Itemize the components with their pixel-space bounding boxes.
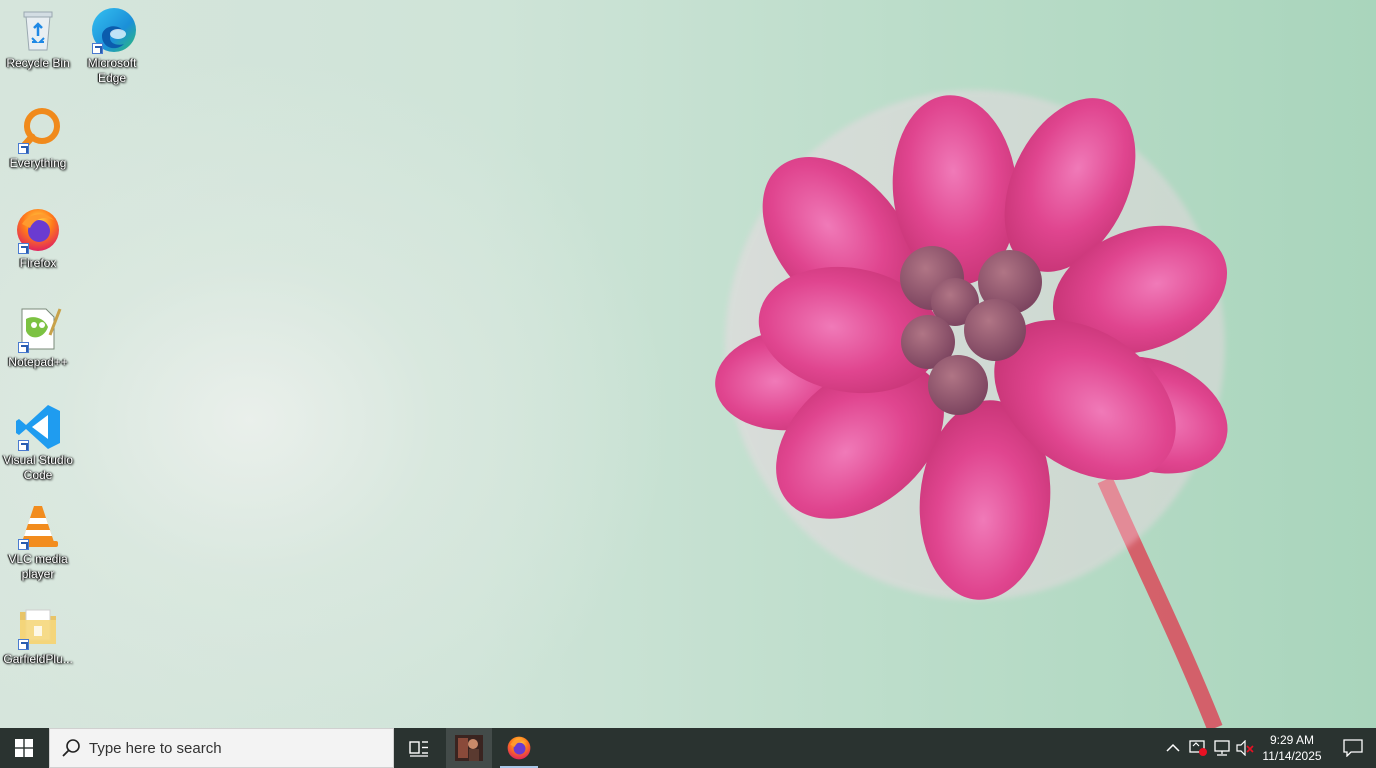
desktop-icon-label: VLC media player <box>8 552 68 581</box>
chevron-up-icon <box>1166 743 1180 752</box>
vlc-icon <box>14 502 62 550</box>
search-placeholder: Type here to search <box>89 739 222 757</box>
desktop: Recycle Bin Microsoft Edge Everything Fi… <box>0 0 1376 728</box>
taskbar-search-box[interactable]: Type here to search <box>49 728 394 768</box>
desktop-icon-notepad-plus-plus[interactable]: Notepad++ <box>0 305 76 370</box>
firefox-icon <box>507 736 531 760</box>
security-warning-icon <box>1189 740 1207 756</box>
shortcut-arrow-icon <box>18 243 29 254</box>
shortcut-arrow-icon <box>18 143 29 154</box>
shortcut-arrow-icon <box>92 43 103 54</box>
desktop-icon-label: Everything <box>9 156 67 170</box>
tray-security-button[interactable] <box>1186 728 1210 768</box>
windows-logo-icon <box>15 739 33 757</box>
desktop-icon-recycle-bin[interactable]: Recycle Bin <box>0 6 76 71</box>
desktop-icon-visual-studio-code[interactable]: Visual Studio Code <box>0 403 76 483</box>
show-hidden-icons-button[interactable] <box>1162 728 1184 768</box>
shortcut-arrow-icon <box>18 639 29 650</box>
desktop-icon-firefox[interactable]: Firefox <box>0 206 76 271</box>
task-view-icon <box>409 741 428 757</box>
tray-volume-button[interactable] <box>1234 728 1256 768</box>
task-view-button[interactable] <box>396 728 442 768</box>
volume-muted-icon <box>1236 740 1254 756</box>
desktop-icon-vlc-media-player[interactable]: VLC media player <box>0 502 76 582</box>
desktop-icon-label: Visual Studio Code <box>3 453 73 482</box>
action-center-button[interactable] <box>1330 728 1376 768</box>
clock-time: 9:29 AM <box>1269 733 1315 747</box>
taskbar: Type here to search 9:29 AM 11/14/2025 <box>0 728 1376 768</box>
desktop-icon-label: Firefox <box>19 256 57 270</box>
firefox-icon <box>14 206 62 254</box>
desktop-icon-microsoft-edge[interactable]: Microsoft Edge <box>74 6 150 86</box>
notepad-plus-plus-icon <box>14 305 62 353</box>
desktop-icon-label: Recycle Bin <box>6 56 70 70</box>
taskbar-app-photo[interactable] <box>446 728 492 768</box>
photo-app-icon <box>455 735 483 761</box>
desktop-icon-label: Microsoft Edge <box>87 56 137 85</box>
desktop-icon-everything[interactable]: Everything <box>0 106 76 171</box>
network-icon <box>1214 740 1230 756</box>
desktop-icon-garfield-folder[interactable]: GarfieldPlu... <box>0 602 76 667</box>
shortcut-arrow-icon <box>18 342 29 353</box>
desktop-icon-label: Notepad++ <box>8 355 68 369</box>
search-icon <box>62 739 80 757</box>
taskbar-clock[interactable]: 9:29 AM 11/14/2025 <box>1254 728 1330 768</box>
taskbar-app-firefox[interactable] <box>496 728 542 768</box>
notification-icon <box>1343 739 1363 757</box>
clock-date: 11/14/2025 <box>1262 749 1322 763</box>
desktop-icon-label: GarfieldPlu... <box>3 652 73 666</box>
tray-network-button[interactable] <box>1210 728 1234 768</box>
edge-icon <box>88 6 136 54</box>
shortcut-arrow-icon <box>18 539 29 550</box>
recycle-bin-icon <box>14 6 62 54</box>
vscode-icon <box>14 403 62 451</box>
start-button[interactable] <box>0 728 48 768</box>
wallpaper-flower <box>715 90 1228 728</box>
shortcut-arrow-icon <box>18 440 29 451</box>
everything-icon <box>14 106 62 154</box>
folder-icon <box>14 602 62 650</box>
